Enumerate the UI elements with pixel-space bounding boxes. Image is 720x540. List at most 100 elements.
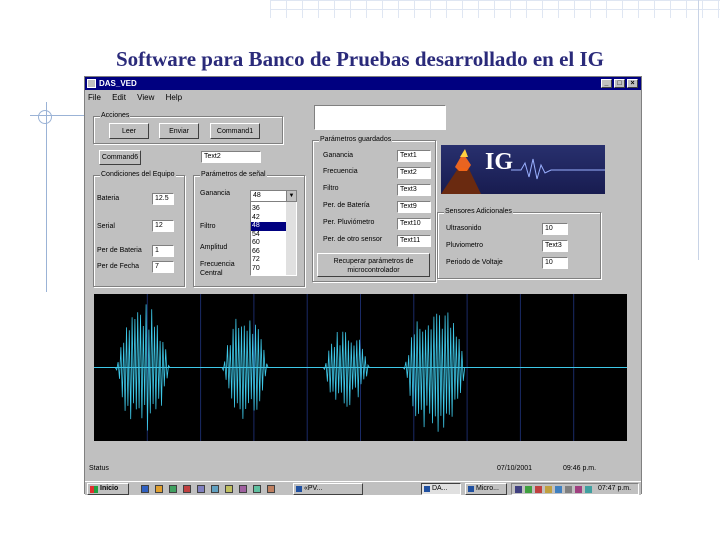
ultrasonido-field[interactable]: 10 — [542, 223, 568, 235]
start-button[interactable]: Inicio — [87, 483, 129, 495]
g-per-bateria-field[interactable]: Text9 — [397, 201, 431, 213]
list-item[interactable]: 54 — [251, 231, 286, 240]
g-frecuencia-label: Frecuencia — [323, 168, 358, 175]
list-item-selected[interactable]: 48 — [251, 222, 286, 231]
g-ganancia-field[interactable]: Text1 — [397, 150, 431, 162]
g-filtro-field[interactable]: Text3 — [397, 184, 431, 196]
signal-burst-3 — [322, 331, 382, 407]
app-icon[interactable] — [211, 485, 219, 493]
signal-display — [94, 294, 627, 441]
tray-icon[interactable] — [515, 486, 522, 493]
task-button-active[interactable]: DA... — [421, 483, 461, 495]
g-frecuencia-field[interactable]: Text2 — [397, 167, 431, 179]
app-icon[interactable] — [239, 485, 247, 493]
status-label: Status — [89, 465, 109, 472]
tray-icon[interactable] — [525, 486, 532, 493]
command1-button[interactable]: Command1 — [210, 123, 260, 139]
tray-icon[interactable] — [565, 486, 572, 493]
system-tray: 07:47 p.m. — [511, 483, 639, 495]
menu-view[interactable]: View — [137, 92, 154, 104]
task-button[interactable]: Micro... — [465, 483, 507, 495]
ultrasonido-label: Ultrasonido — [446, 225, 482, 232]
decorative-grid — [270, 0, 720, 18]
signal-burst-4 — [402, 312, 484, 432]
menu-file[interactable]: File — [88, 92, 101, 104]
ganancia-combo[interactable]: 48 ▼ — [250, 190, 297, 202]
app-icon[interactable] — [183, 485, 191, 493]
browser-icon[interactable] — [169, 485, 177, 493]
sensores-label: Sensores Adicionales — [444, 207, 513, 217]
window-titlebar[interactable]: DAS_VED _ □ × — [85, 77, 641, 90]
periodo-voltaje-field[interactable]: 10 — [542, 257, 568, 269]
app-window: DAS_VED _ □ × File Edit View Help Accion… — [84, 76, 642, 495]
pluviometro-label: Pluviometro — [446, 242, 483, 249]
ig-logo: IG — [441, 145, 605, 194]
list-item[interactable]: 70 — [251, 265, 286, 274]
decorative-line — [46, 102, 47, 292]
tray-clock: 07:47 p.m. — [598, 485, 632, 492]
tray-icon[interactable] — [555, 486, 562, 493]
per-fecha-field[interactable]: 7 — [152, 261, 174, 273]
minimize-button[interactable]: _ — [601, 79, 612, 88]
app-icon[interactable] — [253, 485, 261, 493]
per-bateria-label: Per de Bateria — [97, 247, 142, 254]
window-icon — [424, 486, 430, 492]
signal-burst-2 — [221, 318, 281, 419]
g-per-bateria-label: Per. de Batería — [323, 202, 370, 209]
chevron-down-icon[interactable]: ▼ — [286, 191, 296, 201]
enviar-button[interactable]: Enviar — [159, 123, 199, 139]
close-button[interactable]: × — [627, 79, 638, 88]
slide-title: Software para Banco de Pruebas desarroll… — [115, 47, 605, 71]
bateria-field[interactable]: 12.5 — [152, 193, 174, 205]
recuperar-button[interactable]: Recuperar parámetros de microcontrolador — [317, 253, 430, 277]
sensores-frame: Sensores Adicionales Ultrasonido 10 Pluv… — [437, 207, 601, 279]
acciones-frame: Acciones Leer Enviar Command1 — [93, 111, 283, 144]
per-fecha-label: Per de Fecha — [97, 263, 140, 270]
filtro-label: Filtro — [200, 223, 216, 230]
ganancia-listbox[interactable]: 36 42 48 54 60 66 72 70 — [250, 190, 297, 276]
list-item[interactable]: 72 — [251, 256, 286, 265]
start-label: Inicio — [100, 485, 119, 492]
pluviometro-field[interactable]: Text3 — [542, 240, 568, 252]
tray-icon[interactable] — [585, 486, 592, 493]
list-item[interactable]: 42 — [251, 214, 286, 223]
window-icon — [468, 486, 474, 492]
text2-field[interactable]: Text2 — [201, 151, 261, 163]
status-date: 07/10/2001 — [497, 465, 533, 472]
condiciones-label: Condiciones del Equipo — [100, 170, 176, 180]
g-per-pluviometro-label: Per. Pluviómetro — [323, 219, 375, 226]
tray-icon[interactable] — [535, 486, 542, 493]
param-guardados-frame: Parámetros guardados Ganancia Text1 Frec… — [312, 135, 436, 282]
periodo-voltaje-label: Periodo de Voltaje — [446, 259, 503, 266]
app-icon[interactable] — [267, 485, 275, 493]
task-button[interactable]: «PV... — [293, 483, 363, 495]
tray-icon[interactable] — [575, 486, 582, 493]
g-per-otro-field[interactable]: Text11 — [397, 235, 431, 247]
tray-icon[interactable] — [545, 486, 552, 493]
list-item[interactable]: 66 — [251, 248, 286, 257]
app-icon[interactable] — [197, 485, 205, 493]
list-item[interactable]: 36 — [251, 205, 286, 214]
desktop-icon[interactable] — [141, 485, 149, 493]
windows-flag-icon — [90, 486, 98, 493]
command6-button[interactable]: Command6 — [99, 150, 141, 165]
list-item[interactable]: 60 — [251, 239, 286, 248]
leer-button[interactable]: Leer — [109, 123, 149, 139]
task-label: DA... — [432, 485, 448, 492]
per-bateria-field[interactable]: 1 — [152, 245, 174, 257]
menu-edit[interactable]: Edit — [112, 92, 126, 104]
signal-trace — [94, 294, 627, 441]
serial-field[interactable]: 12 — [152, 220, 174, 232]
listbox-scrollbar[interactable] — [286, 191, 296, 275]
status-time: 09:46 p.m. — [563, 465, 597, 472]
blank-textbox[interactable] — [314, 105, 446, 130]
g-per-pluviometro-field[interactable]: Text10 — [397, 218, 431, 230]
param-guardados-label: Parámetros guardados — [319, 135, 393, 145]
window-icon — [296, 486, 302, 492]
combo-value: 48 — [253, 192, 261, 199]
explorer-icon[interactable] — [155, 485, 163, 493]
ganancia-label: Ganancia — [200, 190, 230, 197]
menu-help[interactable]: Help — [166, 92, 182, 104]
maximize-button[interactable]: □ — [614, 79, 625, 88]
app-icon[interactable] — [225, 485, 233, 493]
